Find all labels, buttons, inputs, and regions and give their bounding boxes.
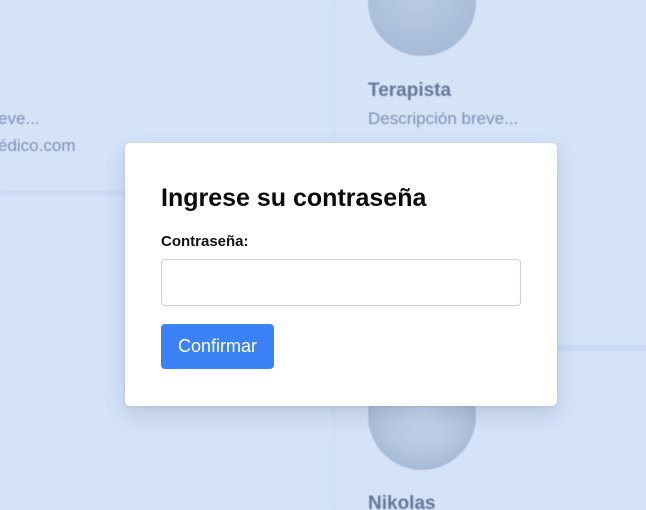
password-label: Contraseña: — [161, 233, 249, 250]
password-input[interactable] — [161, 259, 521, 306]
password-modal: Ingrese su contraseña Contraseña: Confir… — [125, 143, 557, 406]
page: eve... édico.com Terapista Descripción b… — [0, 0, 646, 510]
confirm-button[interactable]: Confirmar — [161, 324, 275, 369]
modal-title: Ingrese su contraseña — [161, 184, 427, 212]
